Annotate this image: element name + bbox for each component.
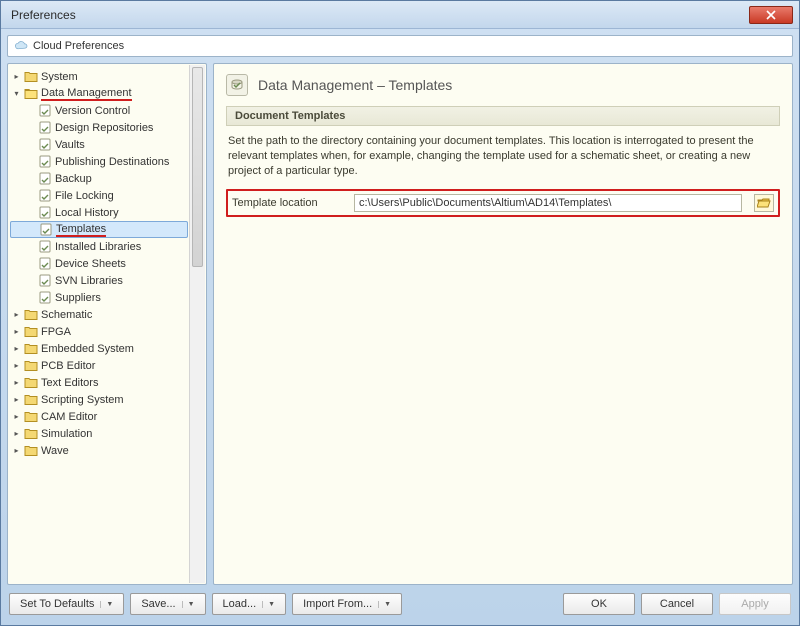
chevron-down-icon[interactable]: ▼ bbox=[100, 601, 113, 608]
template-location-label: Template location bbox=[232, 197, 342, 209]
page-icon bbox=[38, 240, 52, 253]
cloud-icon bbox=[14, 41, 28, 51]
page-icon bbox=[38, 121, 52, 134]
folder-icon bbox=[24, 393, 38, 406]
preferences-window: Preferences Cloud Preferences ▸ System▾ … bbox=[0, 0, 800, 626]
tree-item-system[interactable]: ▸ System bbox=[10, 68, 188, 85]
tree-item-svn-libraries[interactable]: SVN Libraries bbox=[10, 272, 188, 289]
ok-button[interactable]: OK bbox=[563, 593, 635, 615]
expander-closed-icon[interactable]: ▸ bbox=[12, 378, 21, 387]
tree-item-wave[interactable]: ▸ Wave bbox=[10, 442, 188, 459]
folder-icon bbox=[24, 70, 38, 83]
section-description: Set the path to the directory containing… bbox=[228, 134, 778, 179]
page-icon bbox=[38, 257, 52, 270]
tree-item-cam-editor[interactable]: ▸ CAM Editor bbox=[10, 408, 188, 425]
cloud-preferences-label: Cloud Preferences bbox=[33, 40, 124, 52]
folder-icon bbox=[24, 342, 38, 355]
tree-item-file-locking[interactable]: File Locking bbox=[10, 187, 188, 204]
page-icon bbox=[38, 138, 52, 151]
folder-icon bbox=[24, 359, 38, 372]
page-icon bbox=[38, 155, 52, 168]
expander-closed-icon[interactable]: ▸ bbox=[12, 72, 21, 81]
expander-closed-icon[interactable]: ▸ bbox=[12, 446, 21, 455]
window-title: Preferences bbox=[11, 8, 749, 22]
expander-closed-icon[interactable]: ▸ bbox=[12, 344, 21, 353]
tree-item-backup[interactable]: Backup bbox=[10, 170, 188, 187]
cloud-preferences-bar[interactable]: Cloud Preferences bbox=[7, 35, 793, 57]
expander-closed-icon[interactable]: ▸ bbox=[12, 412, 21, 421]
page-icon bbox=[38, 291, 52, 304]
page-header-icon bbox=[226, 74, 248, 96]
tree-item-simulation[interactable]: ▸ Simulation bbox=[10, 425, 188, 442]
expander-closed-icon[interactable]: ▸ bbox=[12, 361, 21, 370]
tree-item-installed-libraries[interactable]: Installed Libraries bbox=[10, 238, 188, 255]
page-icon bbox=[38, 189, 52, 202]
folder-open-icon bbox=[757, 197, 771, 209]
page-icon bbox=[38, 206, 52, 219]
folder-icon bbox=[24, 410, 38, 423]
tree-item-design-repositories[interactable]: Design Repositories bbox=[10, 119, 188, 136]
folder-icon bbox=[24, 308, 38, 321]
titlebar[interactable]: Preferences bbox=[1, 1, 799, 29]
expander-open-icon[interactable]: ▾ bbox=[12, 89, 21, 98]
content-pane: Data Management – Templates Document Tem… bbox=[213, 63, 793, 585]
dialog-footer: Set To Defaults▼ Save...▼ Load...▼ Impor… bbox=[7, 585, 793, 619]
tree-item-suppliers[interactable]: Suppliers bbox=[10, 289, 188, 306]
page-icon bbox=[38, 274, 52, 287]
expander-closed-icon[interactable]: ▸ bbox=[12, 310, 21, 319]
tree-item-version-control[interactable]: Version Control bbox=[10, 102, 188, 119]
expander-closed-icon[interactable]: ▸ bbox=[12, 429, 21, 438]
apply-button[interactable]: Apply bbox=[719, 593, 791, 615]
tree-item-publishing-destinations[interactable]: Publishing Destinations bbox=[10, 153, 188, 170]
save-button[interactable]: Save...▼ bbox=[130, 593, 205, 615]
tree-item-data-management[interactable]: ▾ Data Management bbox=[10, 85, 188, 102]
folder-icon bbox=[24, 427, 38, 440]
folder-open-icon bbox=[24, 87, 38, 100]
close-icon bbox=[766, 10, 776, 20]
chevron-down-icon[interactable]: ▼ bbox=[378, 601, 391, 608]
page-icon bbox=[38, 172, 52, 185]
page-icon bbox=[39, 223, 53, 236]
folder-icon bbox=[24, 376, 38, 389]
cancel-button[interactable]: Cancel bbox=[641, 593, 713, 615]
expander-closed-icon[interactable]: ▸ bbox=[12, 327, 21, 336]
tree-item-vaults[interactable]: Vaults bbox=[10, 136, 188, 153]
tree-item-device-sheets[interactable]: Device Sheets bbox=[10, 255, 188, 272]
expander-closed-icon[interactable]: ▸ bbox=[12, 395, 21, 404]
tree-item-embedded-system[interactable]: ▸ Embedded System bbox=[10, 340, 188, 357]
chevron-down-icon[interactable]: ▼ bbox=[262, 601, 275, 608]
folder-icon bbox=[24, 325, 38, 338]
tree-item-fpga[interactable]: ▸ FPGA bbox=[10, 323, 188, 340]
template-location-input[interactable] bbox=[354, 194, 742, 212]
load-button[interactable]: Load...▼ bbox=[212, 593, 287, 615]
tree-item-local-history[interactable]: Local History bbox=[10, 204, 188, 221]
close-button[interactable] bbox=[749, 6, 793, 24]
browse-button[interactable] bbox=[754, 194, 774, 212]
tree-item-scripting-system[interactable]: ▸ Scripting System bbox=[10, 391, 188, 408]
page-title: Data Management – Templates bbox=[258, 77, 452, 93]
template-location-row: Template location bbox=[226, 189, 780, 217]
checkmark-db-icon bbox=[230, 78, 244, 92]
tree-item-templates[interactable]: Templates bbox=[10, 221, 188, 238]
section-header: Document Templates bbox=[226, 106, 780, 126]
chevron-down-icon[interactable]: ▼ bbox=[182, 601, 195, 608]
import-from-button[interactable]: Import From...▼ bbox=[292, 593, 402, 615]
page-icon bbox=[38, 104, 52, 117]
scrollbar-thumb[interactable] bbox=[192, 67, 203, 267]
tree-item-pcb-editor[interactable]: ▸ PCB Editor bbox=[10, 357, 188, 374]
tree-item-text-editors[interactable]: ▸ Text Editors bbox=[10, 374, 188, 391]
tree-item-schematic[interactable]: ▸ Schematic bbox=[10, 306, 188, 323]
set-defaults-button[interactable]: Set To Defaults▼ bbox=[9, 593, 124, 615]
preferences-tree[interactable]: ▸ System▾ Data Management Version Contro… bbox=[7, 63, 207, 585]
folder-icon bbox=[24, 444, 38, 457]
tree-scrollbar[interactable] bbox=[189, 65, 205, 583]
